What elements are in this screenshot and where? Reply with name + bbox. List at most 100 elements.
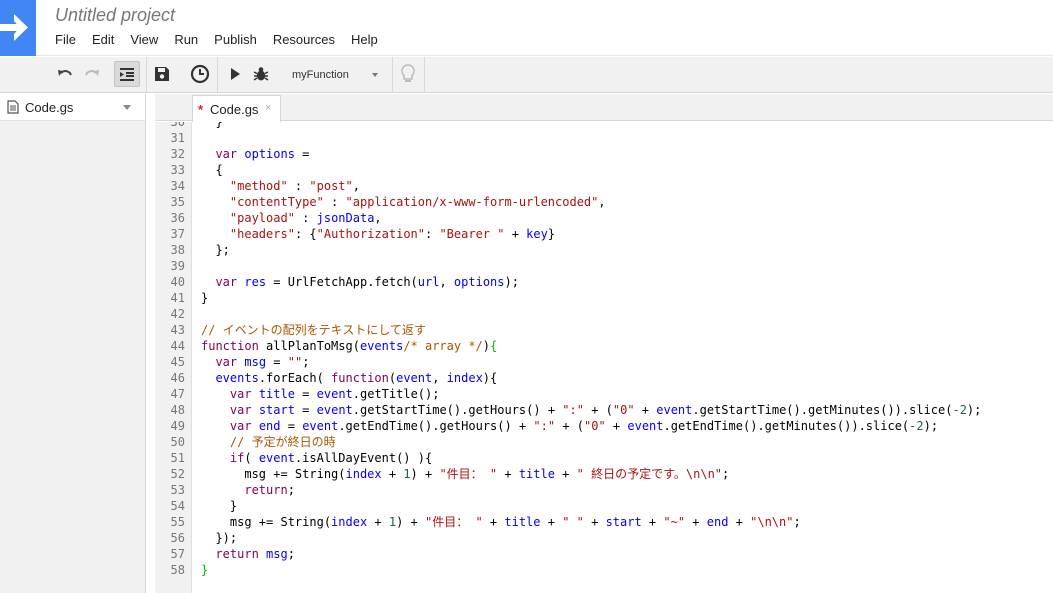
line-number: 30 <box>170 122 185 129</box>
code-line: function allPlanToMsg(events/* array */)… <box>201 338 497 354</box>
code-token: var <box>215 355 238 369</box>
code-token: allPlanToMsg( <box>258 339 360 353</box>
menu-help[interactable]: Help <box>345 31 384 49</box>
code-token: + <box>367 515 389 529</box>
toolbar-divider <box>392 57 393 92</box>
code-token: .getEndTime().getMinutes()).slice( <box>663 419 910 433</box>
menu-edit[interactable]: Edit <box>86 31 120 49</box>
code-token: = <box>294 147 310 161</box>
line-number: 46 <box>170 371 185 385</box>
code-token: { <box>201 163 223 177</box>
hint-button[interactable] <box>395 61 421 87</box>
undo-button[interactable] <box>52 61 78 87</box>
code-token: title <box>258 387 295 401</box>
line-number: 47 <box>170 387 185 401</box>
code-token: + ( <box>555 419 584 433</box>
debug-bug-icon <box>253 67 269 81</box>
undo-icon <box>58 70 72 76</box>
menu-publish[interactable]: Publish <box>208 31 263 49</box>
tab-strip: * Code.gs × <box>155 94 1053 122</box>
code-token: key <box>526 227 548 241</box>
close-icon[interactable]: × <box>265 102 271 114</box>
code-token: var <box>229 419 252 433</box>
code-token: event <box>627 419 664 433</box>
code-token: end <box>706 515 729 529</box>
file-icon <box>7 100 19 114</box>
code-token: "headers" <box>229 227 295 241</box>
code-token: : <box>425 227 440 241</box>
chevron-down-icon[interactable] <box>123 105 131 110</box>
tab-code-gs[interactable]: * Code.gs × <box>192 95 281 122</box>
redo-icon <box>85 70 99 76</box>
code-token: "0" <box>612 403 635 417</box>
code-line: }; <box>201 242 229 258</box>
function-select[interactable]: myFunction <box>284 65 384 85</box>
code-token: var <box>229 403 252 417</box>
sidebar-file-item[interactable]: Code.gs <box>0 94 145 121</box>
code-token: + ( <box>583 403 613 417</box>
sidebar-file-name: Code.gs <box>25 100 74 115</box>
code-token: ( <box>388 371 397 385</box>
code-token: 1 <box>388 515 397 529</box>
code-token: + <box>605 419 628 433</box>
debug-button[interactable] <box>248 61 274 87</box>
code-token: "Authorization" <box>316 227 425 241</box>
triggers-clock-icon <box>190 64 210 84</box>
run-icon <box>231 68 240 80</box>
code-token: .getStartTime().getMinutes()).slice( <box>692 403 953 417</box>
code-token: } <box>201 291 209 305</box>
code-token: event <box>316 387 353 401</box>
line-number: 40 <box>170 275 185 289</box>
code-token: ); <box>966 403 982 417</box>
code-token: = <box>280 419 303 433</box>
code-line: { <box>201 162 223 178</box>
code-token: return <box>244 483 288 497</box>
code-token: ); <box>504 275 519 289</box>
line-number: 52 <box>170 467 185 481</box>
save-button[interactable] <box>149 61 175 87</box>
save-icon <box>155 67 169 81</box>
menu-file[interactable]: File <box>49 31 82 49</box>
code-token: return <box>215 547 259 561</box>
line-number: 48 <box>170 403 185 417</box>
code-line: msg += String(index + 1) + "件目： " + titl… <box>201 466 729 482</box>
line-number: 37 <box>170 227 185 241</box>
code-token: "method" <box>229 179 288 193</box>
redo-button[interactable] <box>79 61 105 87</box>
code-token: index <box>345 467 382 481</box>
code-token: if <box>229 451 245 465</box>
code-line: var end = event.getEndTime().getHours() … <box>201 418 938 434</box>
code-token: // イベントの配列をテキストにして返す <box>201 323 426 337</box>
code-token: url <box>417 275 440 289</box>
menu-view[interactable]: View <box>124 31 164 49</box>
code-editor[interactable]: } var options = { "method" : "post", "co… <box>192 122 1053 593</box>
code-token: .getStartTime().getHours() + <box>352 403 563 417</box>
code-token: "" <box>287 355 303 369</box>
code-token: = UrlFetchApp.fetch( <box>266 275 418 289</box>
code-token: msg += String( <box>201 515 332 529</box>
project-title[interactable]: Untitled project <box>55 5 175 26</box>
code-token: ; <box>287 547 295 561</box>
code-line: var start = event.getStartTime().getHour… <box>201 402 981 418</box>
line-number: 43 <box>170 323 185 337</box>
code-line: var res = UrlFetchApp.fetch(url, options… <box>201 274 519 290</box>
triggers-button[interactable] <box>187 61 213 87</box>
indent-icon <box>120 68 134 81</box>
indent-button[interactable] <box>114 61 140 87</box>
code-token: function <box>201 339 259 353</box>
apps-script-logo[interactable] <box>0 0 36 56</box>
code-token: index <box>446 371 483 385</box>
menu-resources[interactable]: Resources <box>267 31 341 49</box>
code-token: + <box>554 467 577 481</box>
code-line: } <box>201 290 208 306</box>
code-token: event <box>258 451 295 465</box>
run-button[interactable] <box>222 61 248 87</box>
code-token: = <box>294 387 317 401</box>
menu-run[interactable]: Run <box>168 31 204 49</box>
